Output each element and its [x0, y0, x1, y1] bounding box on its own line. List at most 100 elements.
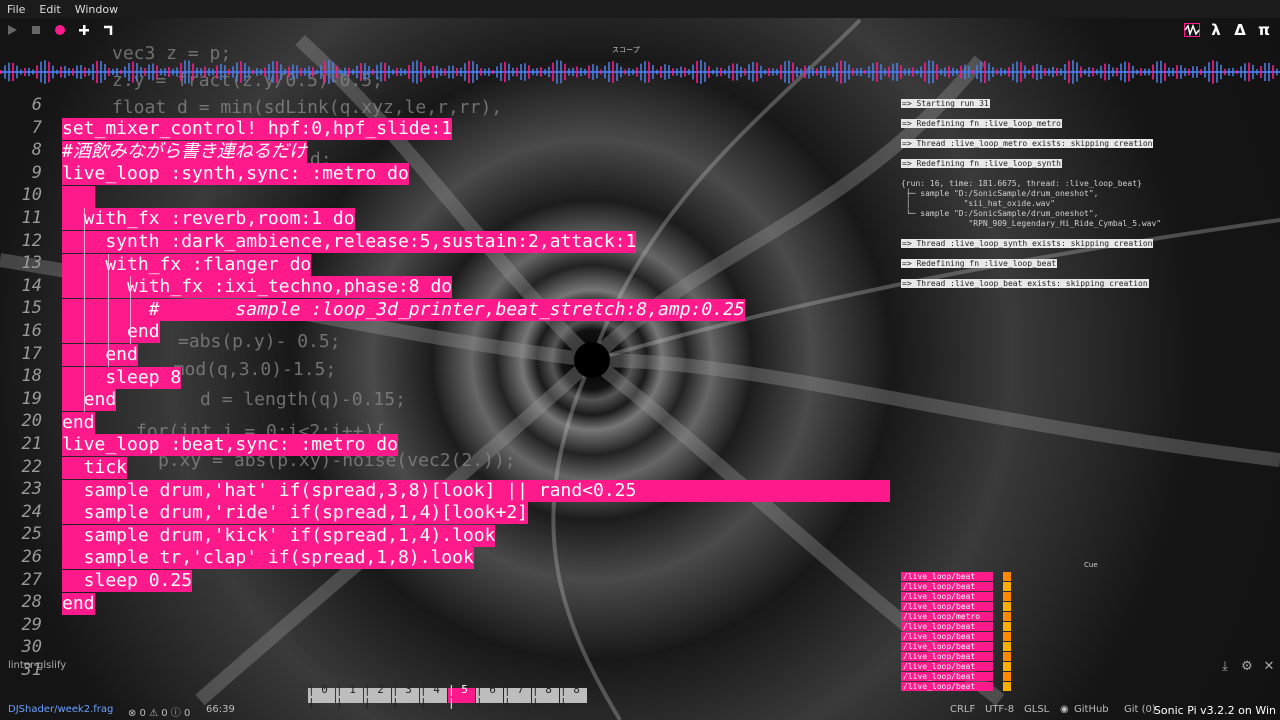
code-line[interactable]: sleep 8 [62, 366, 182, 389]
log-panel[interactable]: => Starting run 31 => Redefining fn :live… [898, 95, 1280, 555]
buffer-tab-5[interactable]: | 5 | [448, 683, 475, 709]
code-line[interactable]: end [62, 321, 160, 344]
cue-label: Cue [1084, 561, 1098, 569]
status-github[interactable]: GitHub [1074, 704, 1109, 715]
status-git[interactable]: Git (0) [1124, 704, 1156, 715]
code-line[interactable]: end [62, 344, 138, 366]
code-line[interactable]: with_fx :ixi_techno,phase:8 do [62, 276, 453, 299]
lambda-icon[interactable]: λ [1207, 21, 1225, 39]
buffer-tab-2[interactable]: | 2 | [364, 683, 391, 709]
version-label: Sonic Pi v3.2.2 on Win [1153, 704, 1276, 717]
delta-icon[interactable]: Δ [1231, 21, 1249, 39]
menu-file[interactable]: File [0, 3, 32, 16]
cue-entry: /live_loop/beat [901, 682, 993, 691]
ghost-code-line: float d = min(sdLink(q.xyz,le,r,rr), [112, 97, 503, 118]
line-number: 19 [21, 388, 42, 409]
cue-marker [1003, 672, 1011, 681]
cue-marker [1003, 622, 1011, 631]
status-encoding[interactable]: UTF-8 [985, 704, 1014, 715]
code-line[interactable]: live_loop :synth,sync: :metro do [62, 163, 409, 186]
log-line: │ "sii_hat_oxide.wav" [901, 199, 1056, 208]
code-line[interactable]: sample tr,'clap' if(spread,1,8).look [62, 547, 474, 570]
log-line: => Redefining fn :live_loop_beat [901, 259, 1058, 268]
buffer-tab-8[interactable]: | 8 | [532, 683, 559, 709]
status-grammar[interactable]: GLSL [1024, 704, 1049, 715]
line-number: 21 [21, 434, 42, 454]
status-file[interactable]: DJShader/week2.frag [8, 704, 113, 715]
code-line[interactable]: end [62, 389, 117, 412]
cue-marker [1003, 592, 1011, 601]
log-line: => Thread :live_loop_metro exists: skipp… [901, 139, 1154, 148]
download-icon[interactable]: ⤓ [1216, 659, 1234, 675]
log-line: => Redefining fn :live_loop_metro [901, 119, 1062, 128]
code-editor[interactable]: 6 7 8 9 10 11 12 13 14 15 16 17 18 19 20 21 22 23 24 25 26 27… [0, 43, 895, 680]
close-icon[interactable]: ✕ [1260, 659, 1278, 675]
buffer-tab-3[interactable]: | 3 | [392, 683, 419, 709]
code-line[interactable]: synth :dark_ambience,release:5,sustain:2… [62, 231, 637, 253]
code-line[interactable]: sample drum,'hat' if(spread,3,8)[look] |… [62, 479, 890, 502]
buffer-tab-4[interactable]: | 4 | [420, 683, 447, 709]
code-line[interactable]: tick [62, 457, 128, 479]
cue-marker [1003, 572, 1011, 581]
side-icons: ⤓ ⚙ ✕ [1212, 659, 1278, 675]
code-line[interactable]: end [62, 411, 95, 434]
pi-icon[interactable]: π [1255, 21, 1273, 39]
buffer-tab-1[interactable]: | 1 | [336, 683, 363, 709]
menu-edit[interactable]: Edit [32, 3, 67, 16]
add-icon[interactable] [75, 21, 93, 39]
status-problems[interactable]: ⊗ 0 ⚠ 0 ⓘ 0 [128, 704, 190, 719]
ghost-code-line: =abs(p.y)- 0.5; [178, 331, 341, 352]
code-line[interactable]: live_loop :beat,sync: :metro do [62, 434, 398, 457]
cue-log-panel[interactable]: /live_loop/beat/live_loop/beat/live_loop… [901, 572, 1013, 692]
cue-marker [1003, 632, 1011, 641]
code-line[interactable]: sample drum,'ride' if(spread,1,4)[look+2… [62, 502, 528, 525]
scope-icon[interactable] [1183, 21, 1201, 39]
buffer-tab-0[interactable]: | 0 | [308, 683, 335, 709]
undo-icon[interactable] [99, 21, 117, 39]
buffer-tab-9[interactable]: | 8 | [560, 683, 587, 709]
status-cursor[interactable]: 66:39 [206, 704, 235, 715]
toolbar-right: λ Δ π [1180, 18, 1276, 42]
audio-scope [0, 60, 1280, 84]
code-line[interactable]: #酒飲みながら書き連ねるだけ [62, 140, 307, 163]
cue-marker [1003, 652, 1011, 661]
log-line: {run: 16, time: 181.6675, thread: :live_… [901, 179, 1142, 188]
code-line[interactable] [62, 185, 95, 208]
buffer-tabs: | 0 | | 1 | | 2 | | 3 | | 4 | | 5 | | 6 | | 7 |… [308, 683, 588, 709]
cue-marker [1003, 682, 1011, 691]
indent-guide [130, 276, 131, 344]
menu-window[interactable]: Window [68, 3, 125, 16]
run-icon[interactable] [3, 21, 21, 39]
line-number: 12 [21, 230, 42, 251]
code-line[interactable]: end [62, 592, 95, 615]
buffer-tab-7[interactable]: | 7 | [504, 683, 531, 709]
code-line[interactable]: sample drum,'kick' if(spread,1,4).look [62, 524, 496, 547]
cue-marker [1003, 602, 1011, 611]
cue-entry: /live_loop/beat [901, 582, 993, 591]
line-number: 30 [21, 637, 42, 658]
log-line: └─ sample "D:/SonicSample/drum_oneshot", [901, 209, 1099, 218]
settings-icon[interactable]: ⚙ [1238, 659, 1256, 675]
log-line: => Redefining fn :live_loop_synth [901, 159, 1062, 168]
cue-marker [1003, 612, 1011, 621]
line-number: 27 [21, 569, 42, 590]
log-line: => Starting run 31 [901, 99, 990, 108]
github-icon[interactable]: ◉ [1060, 704, 1069, 715]
line-number: 8 [31, 140, 42, 161]
code-line[interactable]: # sample :loop_3d_printer,beat_stretch:8… [62, 298, 745, 321]
line-number: 9 [31, 162, 42, 183]
line-number: 18 [21, 366, 42, 387]
cue-entry: /live_loop/beat [901, 642, 993, 651]
code-line[interactable]: with_fx :flanger do [62, 253, 312, 276]
log-line: => Thread :live_loop_synth exists: skipp… [901, 239, 1154, 248]
stop-icon[interactable] [27, 21, 45, 39]
cue-entry: /live_loop/metro [901, 612, 993, 621]
code-line[interactable]: set_mixer_control! hpf:0,hpf_slide:1 [62, 118, 453, 140]
record-icon[interactable] [51, 21, 69, 39]
code-line[interactable]: with_fx :reverb,room:1 do [62, 208, 355, 231]
line-number: 10 [21, 185, 42, 206]
line-number: 22 [21, 456, 42, 477]
code-line[interactable]: sleep 0.25 [62, 570, 193, 592]
status-eol[interactable]: CRLF [950, 704, 975, 715]
buffer-tab-6[interactable]: | 6 | [476, 683, 503, 709]
